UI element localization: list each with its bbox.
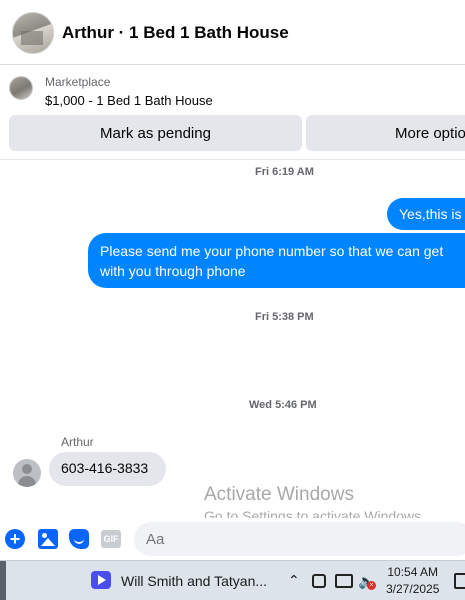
muted-badge-icon: ×	[367, 581, 376, 590]
conversation-avatar[interactable]	[12, 12, 54, 54]
clock-time: 10:54 AM	[387, 565, 439, 579]
video-player-icon[interactable]	[91, 571, 111, 589]
message-text: 603-416-3833	[61, 460, 149, 476]
camera-icon[interactable]	[312, 574, 326, 588]
mark-as-pending-button[interactable]: Mark as pending	[9, 115, 302, 151]
notification-icon[interactable]	[454, 573, 465, 589]
outgoing-message[interactable]: Yes,this is	[387, 198, 465, 230]
sticker-icon[interactable]	[69, 529, 89, 549]
message-text-line: Please send me your phone number so that…	[100, 243, 444, 259]
chevron-up-icon[interactable]: ⌃	[288, 572, 300, 589]
header-divider	[0, 159, 465, 160]
outgoing-message[interactable]: Please send me your phone number so that…	[88, 233, 465, 288]
message-text-line: with you through phone	[100, 263, 246, 279]
network-icon[interactable]	[335, 574, 353, 588]
sender-avatar[interactable]	[13, 459, 41, 487]
photo-icon[interactable]	[38, 529, 58, 549]
plus-icon[interactable]: +	[5, 529, 25, 549]
watermark-title: Activate Windows	[204, 484, 354, 505]
gif-icon[interactable]: GIF	[101, 530, 121, 548]
system-clock[interactable]: 10:54 AM 3/27/2025	[386, 564, 439, 598]
timestamp: Wed 5:46 PM	[249, 399, 317, 411]
message-composer: + GIF	[0, 518, 465, 560]
timestamp: Fri 6:19 AM	[255, 166, 314, 178]
conversation-header: Arthur · 1 Bed 1 Bath House	[0, 0, 465, 65]
listing-thumbnail	[9, 76, 33, 100]
taskbar-edge	[0, 561, 6, 600]
clock-date: 3/27/2025	[386, 582, 440, 596]
marketplace-label: Marketplace	[45, 75, 111, 89]
listing-summary: $1,000 - 1 Bed 1 Bath House	[45, 93, 213, 108]
message-text: Yes,this is	[399, 206, 462, 222]
timestamp: Fri 5:38 PM	[255, 311, 314, 323]
marketplace-listing[interactable]: Marketplace $1,000 - 1 Bed 1 Bath House	[0, 66, 465, 112]
incoming-message[interactable]: 603-416-3833	[49, 452, 166, 486]
more-options-button[interactable]: More optio	[306, 115, 465, 151]
conversation-title[interactable]: Arthur · 1 Bed 1 Bath House	[62, 23, 289, 43]
taskbar-app-title[interactable]: Will Smith and Tatyan...	[121, 573, 267, 589]
message-input[interactable]	[134, 522, 465, 556]
sender-name: Arthur	[61, 435, 94, 449]
windows-taskbar: Will Smith and Tatyan... ⌃ 🔈 × 10:54 AM …	[0, 560, 465, 600]
